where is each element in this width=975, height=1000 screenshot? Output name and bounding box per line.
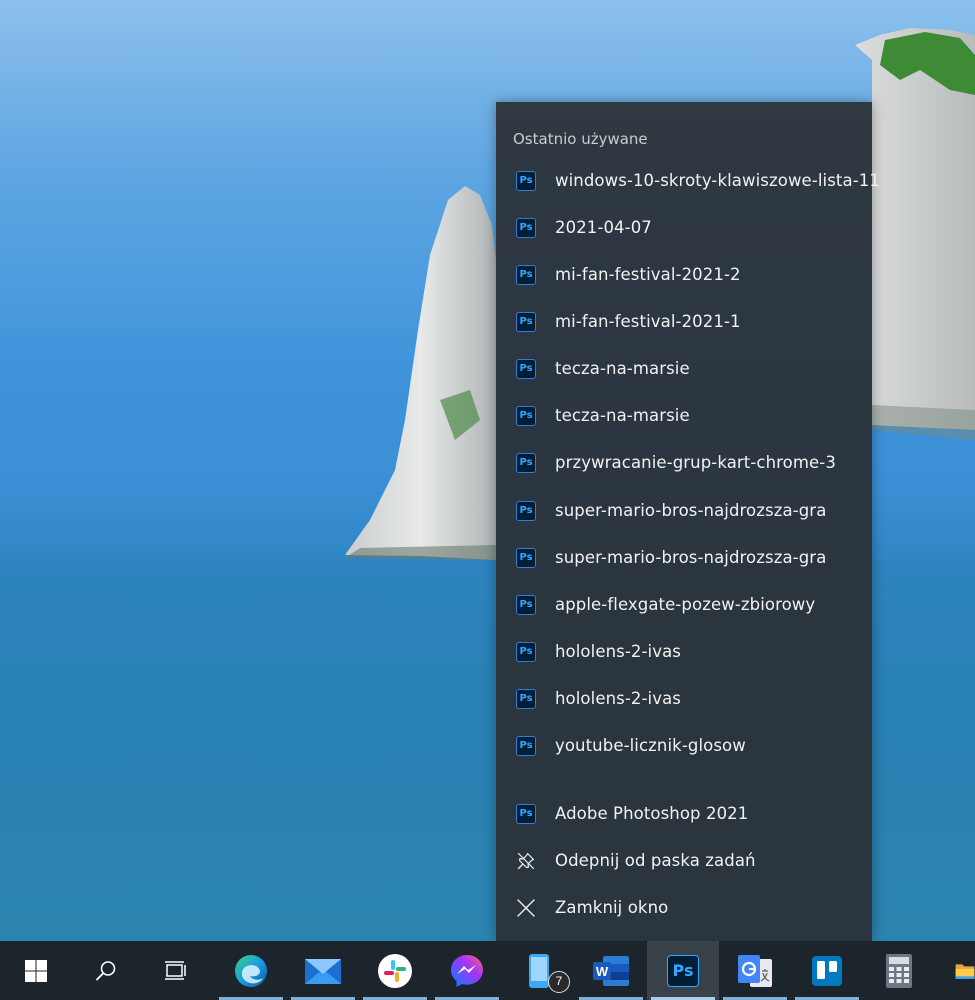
taskbar-app-edge[interactable] [215, 941, 287, 1000]
taskbar-app-calculator[interactable] [863, 941, 935, 1000]
recent-section-header: Ostatnio używane [513, 130, 648, 148]
taskbar-app-messenger[interactable] [431, 941, 503, 1000]
photoshop-icon: Ps [516, 594, 536, 615]
photoshop-icon: Ps [667, 954, 699, 987]
close-window-label: Zamknij okno [555, 898, 669, 917]
open-photoshop-task[interactable]: Ps Adobe Photoshop 2021 [496, 790, 872, 837]
taskbar: 7 W Ps [0, 941, 975, 1000]
word-letter: W [596, 964, 609, 979]
recent-item-label: mi-fan-festival-2021-1 [555, 312, 741, 331]
mail-icon [305, 958, 341, 984]
recent-item-label: super-mario-bros-najdrozsza-gra [555, 501, 827, 520]
recent-item[interactable]: Ps mi-fan-festival-2021-1 [496, 298, 872, 345]
start-button[interactable] [0, 941, 72, 1000]
photoshop-icon: Ps [516, 735, 536, 756]
taskbar-app-your-phone[interactable]: 7 [503, 941, 575, 1000]
notification-badge: 7 [548, 971, 570, 993]
photoshop-icon: Ps [516, 358, 536, 379]
recent-item[interactable]: Ps super-mario-bros-najdrozsza-gra [496, 487, 872, 534]
recent-item[interactable]: Ps 2021-04-07 [496, 204, 872, 251]
task-view-button[interactable] [140, 941, 212, 1000]
close-window-task[interactable]: Zamknij okno [496, 884, 872, 931]
taskbar-app-mail[interactable] [287, 941, 359, 1000]
recent-item[interactable]: Ps tecza-na-marsie [496, 392, 872, 439]
messenger-icon [451, 954, 483, 987]
recent-item-label: youtube-licznik-glosow [555, 736, 746, 755]
recent-item[interactable]: Ps youtube-licznik-glosow [496, 722, 872, 769]
taskbar-app-word[interactable]: W [575, 941, 647, 1000]
photoshop-icon: Ps [516, 170, 536, 191]
calculator-icon [886, 953, 912, 988]
photoshop-icon: Ps [516, 641, 536, 662]
task-view-icon [165, 960, 186, 980]
taskbar-app-file-explorer[interactable] [935, 941, 975, 1000]
google-translate-icon [738, 954, 772, 987]
open-app-label: Adobe Photoshop 2021 [555, 804, 749, 823]
file-explorer-icon [955, 963, 975, 979]
edge-icon [235, 954, 267, 987]
photoshop-icon: Ps [516, 500, 536, 521]
photoshop-icon: Ps [516, 311, 536, 332]
search-icon [96, 960, 116, 980]
recent-item[interactable]: Ps przywracanie-grup-kart-chrome-3 [496, 439, 872, 486]
photoshop-icon: Ps [516, 452, 536, 473]
recent-item[interactable]: Ps hololens-2-ivas [496, 675, 872, 722]
recent-item[interactable]: Ps mi-fan-festival-2021-2 [496, 251, 872, 298]
unpin-icon [517, 852, 535, 869]
close-icon [517, 898, 535, 917]
word-icon: W [593, 955, 629, 986]
trello-icon [812, 955, 842, 986]
photoshop-icon: Ps [516, 405, 536, 426]
taskbar-app-trello[interactable] [791, 941, 863, 1000]
recent-item-label: tecza-na-marsie [555, 359, 690, 378]
recent-item-label: super-mario-bros-najdrozsza-gra [555, 548, 827, 567]
recent-item[interactable]: Ps tecza-na-marsie [496, 345, 872, 392]
taskbar-app-photoshop[interactable]: Ps [647, 941, 719, 1000]
photoshop-icon: Ps [516, 264, 536, 285]
recent-item[interactable]: Ps hololens-2-ivas [496, 628, 872, 675]
search-button[interactable] [70, 941, 142, 1000]
recent-item-label: tecza-na-marsie [555, 406, 690, 425]
recent-item-label: apple-flexgate-pozew-zbiorowy [555, 595, 816, 614]
recent-item-label: mi-fan-festival-2021-2 [555, 265, 741, 284]
slack-icon [378, 953, 412, 988]
photoshop-icon: Ps [516, 688, 536, 709]
recent-item[interactable]: Ps super-mario-bros-najdrozsza-gra [496, 534, 872, 581]
taskbar-app-google-translate[interactable] [719, 941, 791, 1000]
unpin-from-taskbar-task[interactable]: Odepnij od paska zadań [496, 837, 872, 884]
recent-item-label: hololens-2-ivas [555, 642, 681, 661]
photoshop-icon: Ps [516, 803, 536, 824]
jump-list-menu: Ostatnio używane Ps windows-10-skroty-kl… [496, 102, 880, 941]
recent-item-label: hololens-2-ivas [555, 689, 681, 708]
recent-item[interactable]: Ps windows-10-skroty-klawiszowe-lista-11 [496, 157, 880, 204]
unpin-label: Odepnij od paska zadań [555, 851, 756, 870]
photoshop-icon: Ps [516, 547, 536, 568]
windows-start-icon [25, 959, 47, 982]
taskbar-app-slack[interactable] [359, 941, 431, 1000]
recent-item-label: windows-10-skroty-klawiszowe-lista-11 [555, 171, 880, 190]
photoshop-icon: Ps [516, 217, 536, 238]
recent-item[interactable]: Ps apple-flexgate-pozew-zbiorowy [496, 581, 872, 628]
recent-item-label: przywracanie-grup-kart-chrome-3 [555, 453, 836, 472]
recent-item-label: 2021-04-07 [555, 218, 652, 237]
